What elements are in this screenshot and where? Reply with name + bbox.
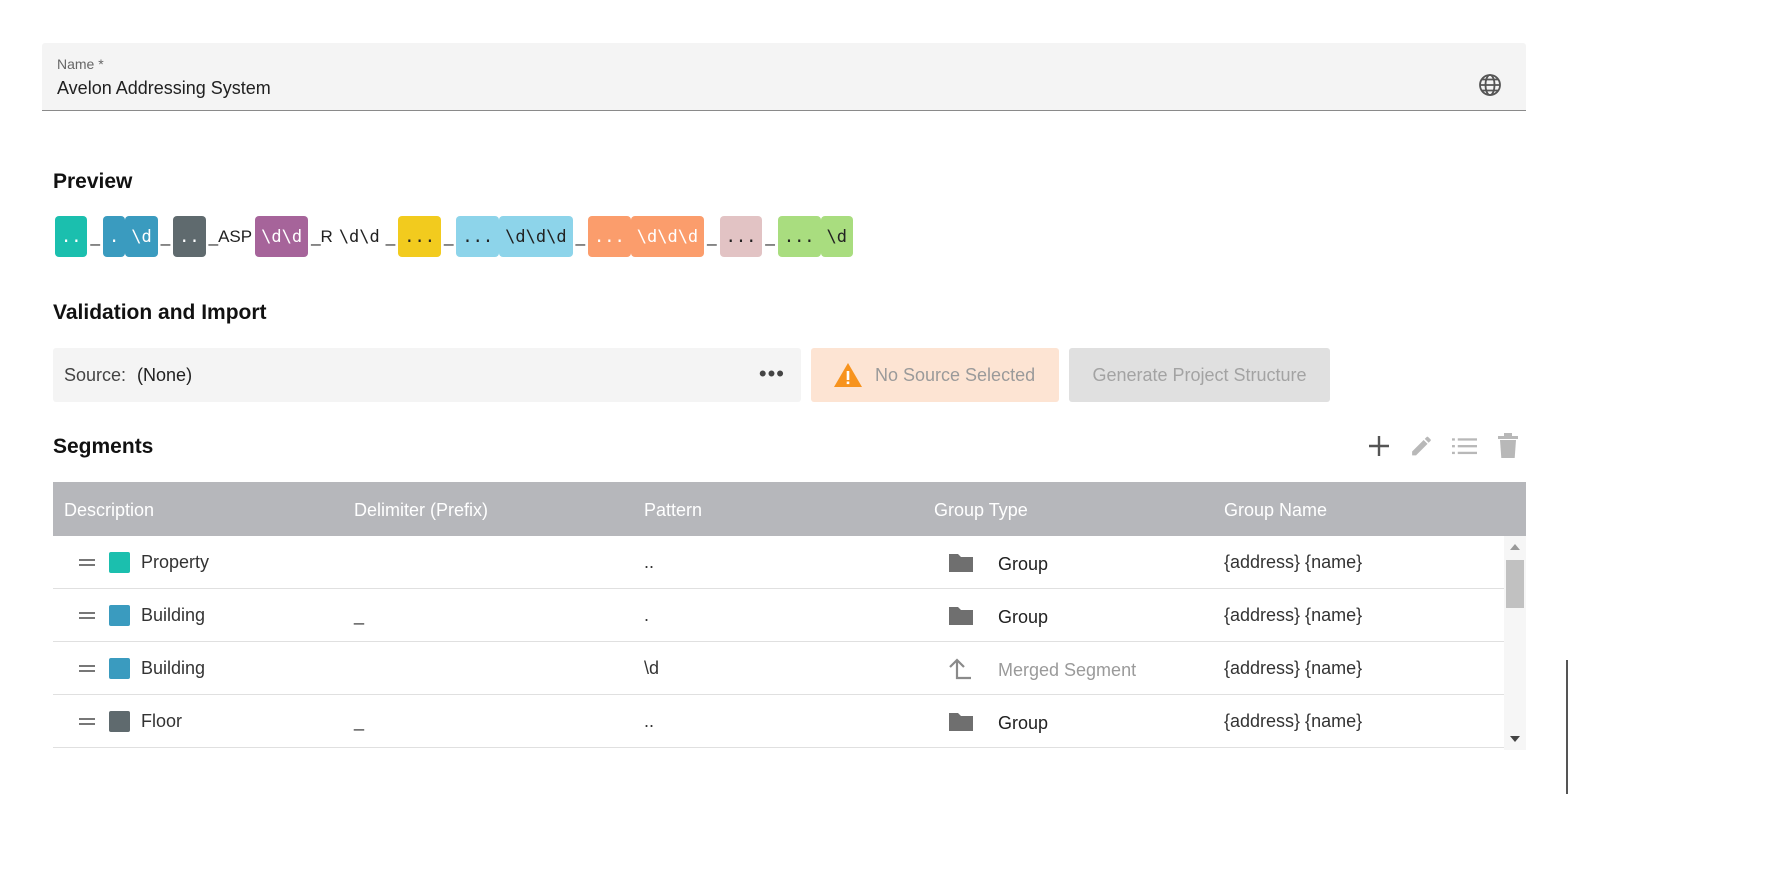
segment-color-swatch: [109, 605, 130, 626]
preview-literal: _: [765, 226, 775, 246]
preview-literal: _: [90, 226, 100, 246]
scroll-thumb[interactable]: [1506, 560, 1524, 608]
preview-literal: _: [575, 226, 586, 246]
preview-literal: \d\d: [338, 226, 380, 247]
segment-color-swatch: [109, 711, 130, 732]
preview-literal: _ASP: [208, 226, 253, 246]
preview-chip: ..: [173, 216, 206, 257]
table-body: Property.. Group {address} {name} Building _…: [53, 536, 1504, 748]
table-row[interactable]: Floor _.. Group {address} {name}: [53, 695, 1504, 748]
warning-text: No Source Selected: [875, 364, 1036, 385]
segment-delimiter: _: [354, 605, 365, 625]
table-row[interactable]: Building \d Merged Segment {address} {name}: [53, 642, 1504, 695]
segments-table: Description Delimiter (Prefix) Pattern G…: [53, 482, 1526, 750]
segment-group-name: {address} {name}: [1224, 605, 1363, 625]
drag-handle-icon[interactable]: [79, 665, 95, 672]
folder-icon: [947, 710, 975, 739]
segment-delimiter: _: [354, 711, 365, 731]
globe-icon[interactable]: [1478, 73, 1502, 97]
name-field[interactable]: Name * Avelon Addressing System: [42, 43, 1526, 111]
window-edge: [1566, 660, 1568, 794]
segments-heading: Segments: [53, 435, 154, 458]
segment-description: Property: [141, 552, 210, 572]
edit-icon[interactable]: [1409, 432, 1434, 460]
segment-group-name: {address} {name}: [1224, 658, 1363, 678]
column-group-name[interactable]: Group Name: [1224, 500, 1327, 521]
preview-literal: _R: [311, 226, 333, 246]
table-row[interactable]: Building _. Group {address} {name}: [53, 589, 1504, 642]
segment-group-type: Group: [998, 713, 1049, 733]
scroll-down-arrow[interactable]: [1510, 736, 1520, 742]
folder-icon: [947, 551, 975, 580]
preview-chip: \d: [820, 216, 854, 257]
preview-chip: ...: [588, 216, 631, 257]
preview-literal: _: [443, 226, 454, 246]
delete-icon[interactable]: [1495, 432, 1520, 460]
column-description[interactable]: Description: [64, 500, 154, 521]
segment-group-name: {address} {name}: [1224, 552, 1363, 572]
column-pattern[interactable]: Pattern: [644, 500, 702, 521]
preview-chip: ...: [719, 216, 763, 257]
table-row[interactable]: Property.. Group {address} {name}: [53, 536, 1504, 589]
no-source-warning: No Source Selected: [811, 348, 1059, 402]
preview-chip: ...: [456, 216, 500, 257]
preview-chip: ...: [398, 216, 441, 257]
preview-chip: \d\d: [255, 216, 309, 257]
warning-icon: [834, 363, 862, 387]
scroll-up-arrow[interactable]: [1510, 544, 1520, 550]
segment-group-type: Merged Segment: [998, 660, 1137, 680]
drag-handle-icon[interactable]: [79, 559, 95, 566]
table-header: Description Delimiter (Prefix) Pattern G…: [53, 482, 1526, 536]
preview-chip: ...: [777, 216, 821, 257]
preview-literal: _: [160, 226, 171, 246]
segment-description: Floor: [141, 711, 183, 731]
preview-literal: _: [707, 226, 717, 246]
list-icon[interactable]: [1452, 432, 1477, 460]
column-delimiter[interactable]: Delimiter (Prefix): [354, 500, 488, 521]
preview-chip: \d: [125, 216, 158, 257]
preview-literal: _: [385, 226, 396, 246]
table-scrollbar[interactable]: [1504, 536, 1526, 750]
folder-icon: [947, 604, 975, 633]
source-value: (None): [137, 364, 193, 385]
segment-pattern: \d: [644, 658, 660, 678]
drag-handle-icon[interactable]: [79, 718, 95, 725]
validation-heading: Validation and Import: [53, 301, 267, 324]
name-input[interactable]: Avelon Addressing System: [57, 78, 271, 99]
more-horizontal-icon[interactable]: •••: [759, 363, 785, 385]
drag-handle-icon[interactable]: [79, 612, 95, 619]
segment-pattern: ..: [644, 552, 655, 572]
segment-color-swatch: [109, 552, 130, 573]
add-icon[interactable]: [1366, 432, 1391, 460]
pattern-preview: .. _. \d _.. _ASP \d\d _R \d\d _... _... \d\d\d _..…: [55, 216, 854, 257]
segment-group-name: {address} {name}: [1224, 711, 1363, 731]
generate-project-structure-button[interactable]: Generate Project Structure: [1069, 348, 1330, 402]
preview-chip: \d\d\d: [630, 216, 705, 257]
segments-toolbar: [1366, 432, 1520, 460]
preview-chip: \d\d\d: [499, 216, 573, 257]
source-label: Source:: [64, 364, 127, 385]
segment-pattern: .: [644, 605, 650, 625]
segment-description: Building: [141, 658, 206, 678]
segment-group-type: Group: [998, 607, 1049, 627]
preview-heading: Preview: [53, 170, 133, 193]
preview-chip: ..: [55, 216, 88, 257]
column-group-type[interactable]: Group Type: [934, 500, 1028, 521]
segment-color-swatch: [109, 658, 130, 679]
segment-description: Building: [141, 605, 206, 625]
source-selector[interactable]: Source: (None) •••: [53, 348, 801, 402]
merge-up-icon: [947, 657, 973, 688]
name-label: Name *: [57, 56, 104, 72]
preview-chip: .: [102, 216, 126, 257]
segment-pattern: ..: [644, 711, 655, 731]
segment-group-type: Group: [998, 554, 1049, 574]
